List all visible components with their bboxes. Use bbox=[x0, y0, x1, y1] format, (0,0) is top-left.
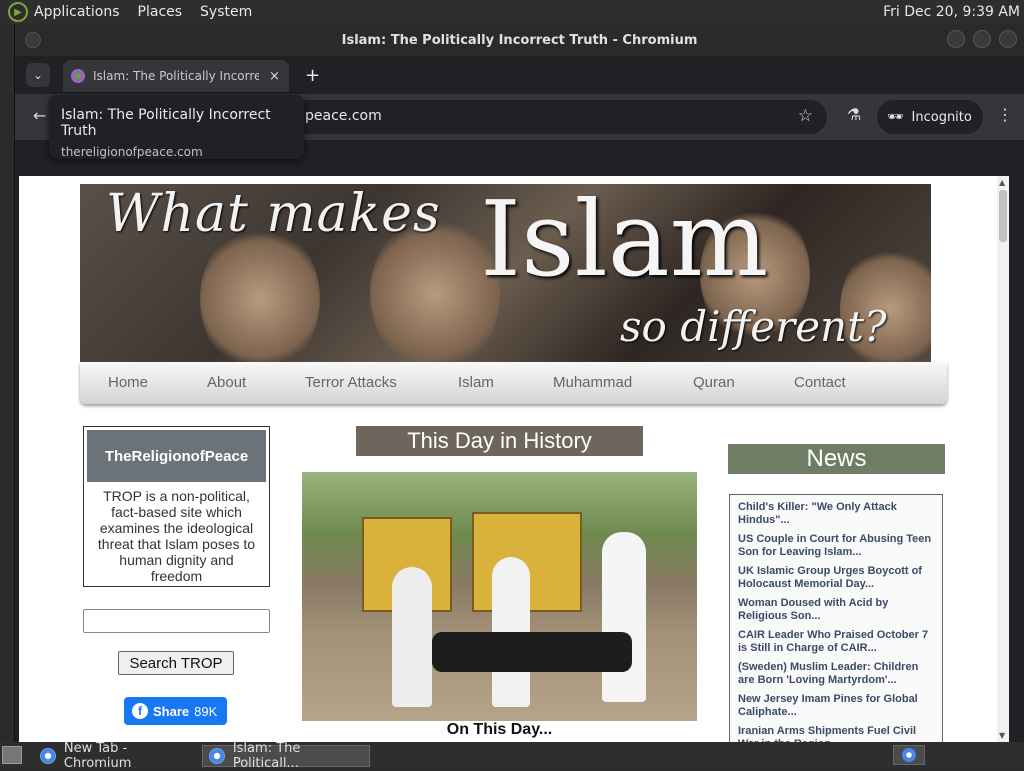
system-top-panel: ▶ Applications Places System Fri Dec 20,… bbox=[0, 0, 1024, 24]
nav-muhammad[interactable]: Muhammad bbox=[553, 374, 632, 391]
page-viewport: What makes Islam so different? Home Abou… bbox=[19, 176, 1009, 742]
search-button[interactable]: Search TROP bbox=[118, 651, 234, 675]
show-desktop-button[interactable] bbox=[2, 746, 22, 764]
browser-window: Islam: The Politically Incorrect Truth -… bbox=[14, 24, 1024, 742]
tab-title: Islam: The Politically Incorrect Truth bbox=[93, 69, 259, 83]
site-favicon-icon bbox=[71, 69, 85, 83]
applications-menu[interactable]: Applications bbox=[34, 4, 120, 20]
news-item[interactable]: US Couple in Court for Abusing Teen Son … bbox=[738, 533, 934, 559]
window-titlebar[interactable]: Islam: The Politically Incorrect Truth -… bbox=[15, 24, 1024, 56]
about-box: TheReligionofPeace TROP is a non-politic… bbox=[83, 426, 270, 587]
minimize-button[interactable] bbox=[947, 30, 965, 48]
taskbar-item-label: Islam: The Politicall... bbox=[232, 741, 301, 771]
labs-flask-icon[interactable]: ⚗ bbox=[847, 105, 861, 124]
back-arrow-icon[interactable]: ← bbox=[33, 106, 46, 125]
history-title: This Day in History bbox=[356, 426, 643, 456]
url-text: peace.com bbox=[305, 108, 382, 124]
nav-quran[interactable]: Quran bbox=[693, 374, 735, 391]
nav-islam[interactable]: Islam bbox=[458, 374, 494, 391]
clock[interactable]: Fri Dec 20, 9:39 AM bbox=[883, 4, 1020, 20]
news-item[interactable]: UK Islamic Group Urges Boycott of Holoca… bbox=[738, 565, 934, 591]
facebook-share-label: Share bbox=[153, 703, 190, 719]
news-item[interactable]: CAIR Leader Who Praised October 7 is Sti… bbox=[738, 629, 934, 655]
taskbar-item-islam[interactable]: Islam: The Politicall... bbox=[202, 741, 370, 771]
history-caption[interactable]: On This Day... bbox=[302, 721, 697, 739]
news-item[interactable]: New Jersey Imam Pines for Global Calipha… bbox=[738, 693, 934, 719]
facebook-share-count: 89K bbox=[194, 703, 218, 719]
chevron-down-icon: ⌄ bbox=[32, 68, 44, 82]
page-scrollbar[interactable]: ▲ ▼ bbox=[997, 176, 1009, 742]
system-menu[interactable]: System bbox=[200, 4, 252, 20]
places-menu[interactable]: Places bbox=[138, 4, 183, 20]
distro-logo-icon[interactable]: ▶ bbox=[8, 2, 28, 22]
site-search-input[interactable] bbox=[83, 609, 270, 633]
site-banner[interactable]: What makes Islam so different? bbox=[80, 184, 931, 363]
taskbar-item-new-tab[interactable]: New Tab - Chromium bbox=[34, 741, 198, 771]
incognito-icon: 🕶 bbox=[887, 109, 904, 125]
more-menu-icon[interactable]: ⋮ bbox=[997, 105, 1013, 124]
taskbar-item-label: New Tab - Chromium bbox=[63, 741, 132, 771]
news-item[interactable]: Woman Doused with Acid by Religious Son.… bbox=[738, 597, 934, 623]
nav-about[interactable]: About bbox=[207, 374, 246, 391]
hover-card-title: Islam: The Politically Incorrect Truth bbox=[61, 107, 271, 139]
window-menu-button[interactable] bbox=[25, 32, 41, 48]
news-list: Child's Killer: "We Only Attack Hindus".… bbox=[729, 494, 943, 742]
chromium-icon bbox=[209, 748, 225, 764]
news-item[interactable]: Iranian Arms Shipments Fuel Civil War in… bbox=[738, 725, 934, 742]
nav-terror-attacks[interactable]: Terror Attacks bbox=[305, 374, 397, 391]
chromium-icon bbox=[40, 748, 56, 764]
new-tab-button[interactable]: + bbox=[305, 65, 320, 86]
incognito-label: Incognito bbox=[911, 109, 972, 125]
chromium-tray-icon bbox=[902, 748, 916, 762]
facebook-icon: f bbox=[132, 703, 148, 719]
scrollbar-thumb[interactable] bbox=[999, 190, 1007, 242]
nav-home[interactable]: Home bbox=[108, 374, 148, 391]
tab-search-button[interactable]: ⌄ bbox=[26, 63, 50, 87]
news-item[interactable]: (Sweden) Muslim Leader: Children are Bor… bbox=[738, 661, 934, 687]
news-item[interactable]: Child's Killer: "We Only Attack Hindus".… bbox=[738, 501, 934, 527]
hover-card-domain: thereligionofpeace.com bbox=[61, 145, 203, 159]
banner-text-so-different: so different? bbox=[620, 302, 887, 351]
news-title: News bbox=[728, 444, 945, 474]
tray-chromium[interactable] bbox=[893, 745, 925, 765]
nav-contact[interactable]: Contact bbox=[794, 374, 846, 391]
bottom-taskbar: New Tab - Chromium Islam: The Politicall… bbox=[0, 741, 1024, 771]
banner-text-islam: Islam bbox=[480, 184, 769, 300]
maximize-button[interactable] bbox=[973, 30, 991, 48]
main-nav: Home About Terror Attacks Islam Muhammad… bbox=[80, 362, 947, 404]
scroll-up-arrow-icon[interactable]: ▲ bbox=[999, 178, 1005, 187]
about-description: TROP is a non-political, fact-based site… bbox=[97, 488, 256, 584]
about-header: TheReligionofPeace bbox=[87, 430, 266, 482]
scroll-down-arrow-icon[interactable]: ▼ bbox=[999, 731, 1005, 740]
tab-close-icon[interactable]: × bbox=[269, 69, 280, 84]
tab-active[interactable]: Islam: The Politically Incorrect Truth × bbox=[63, 60, 289, 92]
bookmark-star-icon[interactable]: ☆ bbox=[798, 106, 813, 126]
incognito-indicator[interactable]: 🕶 Incognito bbox=[877, 100, 983, 134]
window-title: Islam: The Politically Incorrect Truth -… bbox=[341, 32, 698, 48]
history-photo[interactable] bbox=[302, 472, 697, 721]
facebook-share-button[interactable]: f Share 89K bbox=[124, 697, 227, 725]
tab-strip: ⌄ Islam: The Politically Incorrect Truth… bbox=[15, 56, 1024, 94]
banner-text-what-makes: What makes bbox=[106, 184, 441, 244]
close-window-button[interactable] bbox=[999, 30, 1017, 48]
tab-hover-card: Islam: The Politically Incorrect Truth t… bbox=[49, 95, 304, 159]
